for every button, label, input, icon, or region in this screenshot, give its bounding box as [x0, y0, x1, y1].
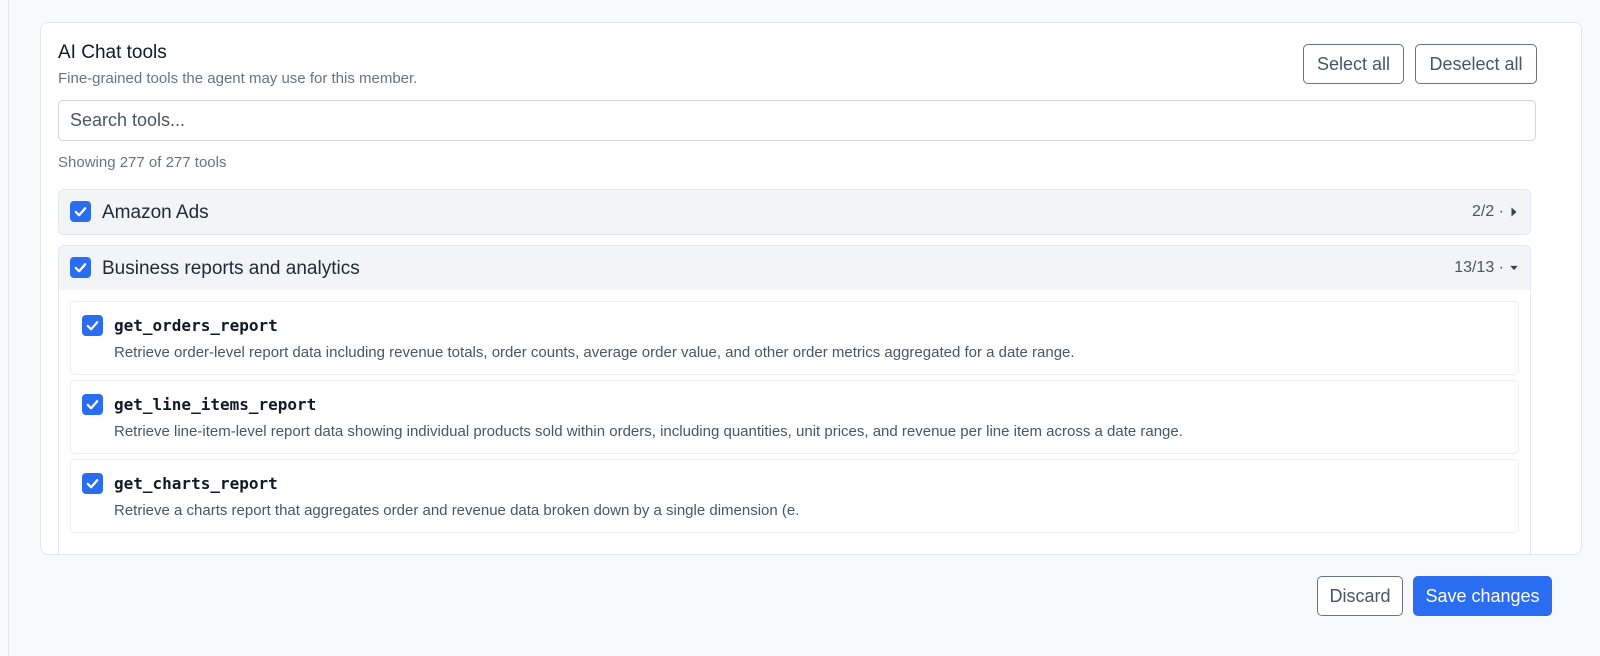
tool-item-get-orders-report: get_orders_report Retrieve order-level r…	[70, 301, 1519, 375]
group-checkbox-business-reports[interactable]	[70, 257, 91, 278]
check-icon	[74, 263, 87, 273]
search-tools-input[interactable]	[58, 100, 1536, 141]
group-count: 2/2 ·	[1471, 203, 1504, 220]
tool-name: get_charts_report	[114, 474, 278, 493]
select-all-button[interactable]: Select all	[1303, 44, 1404, 84]
group-count: 13/13 ·	[1454, 259, 1504, 276]
tool-checkbox[interactable]	[82, 394, 103, 415]
check-icon	[86, 479, 99, 489]
save-changes-button[interactable]: Save changes	[1413, 576, 1552, 616]
panel-title: AI Chat tools	[58, 42, 167, 63]
page-container: AI Chat tools Fine-grained tools the age…	[8, 0, 1600, 656]
tools-count-text: Showing 277 of 277 tools	[58, 154, 227, 171]
tool-name: get_orders_report	[114, 316, 278, 335]
check-icon	[74, 207, 87, 217]
tool-description: Retrieve line-item-level report data sho…	[114, 423, 1183, 440]
tool-group-business-reports: Business reports and analytics 13/13 · g…	[58, 245, 1531, 554]
group-header-business-reports[interactable]: Business reports and analytics 13/13 ·	[59, 246, 1530, 290]
group-header-amazon-ads[interactable]: Amazon Ads 2/2 ·	[59, 190, 1530, 234]
tool-description: Retrieve a charts report that aggregates…	[114, 502, 800, 519]
deselect-all-button[interactable]: Deselect all	[1415, 44, 1537, 84]
tool-group-amazon-ads: Amazon Ads 2/2 ·	[58, 189, 1531, 235]
group-label: Business reports and analytics	[102, 258, 360, 279]
discard-button[interactable]: Discard	[1317, 576, 1403, 616]
tool-description: Retrieve order-level report data includi…	[114, 344, 1075, 361]
group-label: Amazon Ads	[102, 202, 209, 223]
tool-item-get-line-items-report: get_line_items_report Retrieve line-item…	[70, 380, 1519, 454]
caret-down-icon[interactable]	[1509, 261, 1519, 275]
caret-right-icon[interactable]	[1509, 205, 1519, 219]
group-checkbox-amazon-ads[interactable]	[70, 201, 91, 222]
tool-name: get_line_items_report	[114, 395, 317, 414]
check-icon	[86, 400, 99, 410]
tool-item-get-charts-report: get_charts_report Retrieve a charts repo…	[70, 459, 1519, 533]
panel-subtitle: Fine-grained tools the agent may use for…	[58, 70, 418, 87]
tool-checkbox[interactable]	[82, 315, 103, 336]
check-icon	[86, 321, 99, 331]
ai-chat-tools-panel: AI Chat tools Fine-grained tools the age…	[40, 22, 1582, 555]
tool-checkbox[interactable]	[82, 473, 103, 494]
